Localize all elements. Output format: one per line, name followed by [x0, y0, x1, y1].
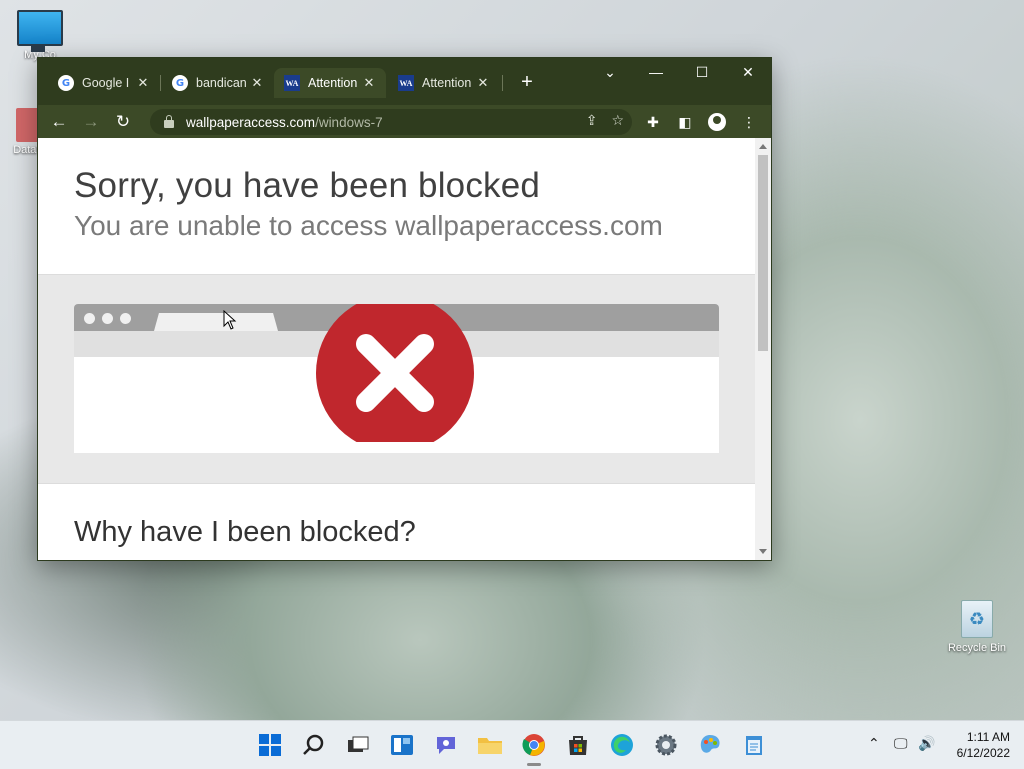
network-icon[interactable]: 🖵 [894, 735, 908, 752]
computer-icon [17, 10, 63, 52]
page-content: Sorry, you have been blocked You are una… [38, 138, 755, 560]
url-path: /windows-7 [315, 114, 383, 130]
chrome-icon[interactable] [518, 729, 550, 761]
address-bar[interactable]: wallpaperaccess.com/windows-7 ⇪ ☆ [150, 109, 632, 135]
task-view-icon[interactable] [342, 729, 374, 761]
tab-title: Attention [422, 76, 472, 90]
tab-bandicam[interactable]: G bandican ✕ [162, 68, 274, 98]
widgets-icon[interactable] [386, 729, 418, 761]
page-title: Sorry, you have been blocked [74, 166, 541, 205]
scroll-up-arrow-icon[interactable] [759, 144, 767, 149]
wallpaperaccess-icon: WA [398, 75, 414, 91]
browser-toolbar: ← → ↻ wallpaperaccess.com/windows-7 ⇪ ☆ … [38, 105, 771, 138]
illustration-dot [84, 313, 95, 324]
tab-search-icon[interactable]: ⌄ [590, 62, 630, 82]
page-scrollbar[interactable] [755, 138, 771, 560]
lock-icon [164, 115, 174, 128]
illustration-tab [154, 313, 278, 331]
volume-icon[interactable]: 🔊 [918, 735, 935, 752]
store-icon[interactable] [562, 729, 594, 761]
page-subtitle: You are unable to access wallpaperaccess… [74, 210, 663, 241]
mouse-cursor-icon [223, 310, 237, 330]
close-tab-icon[interactable]: ✕ [474, 75, 492, 91]
share-icon[interactable]: ⇪ [586, 112, 598, 129]
recycle-bin-icon: ♻ [961, 600, 993, 638]
why-blocked-heading: Why have I been blocked? [74, 516, 416, 548]
start-icon[interactable] [254, 729, 286, 761]
back-button[interactable]: ← [48, 111, 70, 133]
close-tab-icon[interactable]: ✕ [248, 75, 266, 91]
desktop-icon-recycle-bin[interactable]: ♻ Recycle Bin [940, 600, 1014, 654]
desktop-icon-label: Recycle Bin [947, 642, 1007, 654]
maximize-button[interactable]: ☐ [682, 62, 722, 82]
notepad-icon[interactable] [738, 729, 770, 761]
tab-attention-active[interactable]: WA Attention ✕ [274, 68, 386, 98]
tab-title: bandican [196, 76, 247, 90]
wallpaperaccess-icon: WA [284, 75, 300, 91]
clock-time: 1:11 AM [966, 730, 1010, 744]
extensions-icon[interactable]: ✚ [642, 111, 664, 133]
tab-title: Google I [82, 76, 130, 90]
bookmark-star-icon[interactable]: ☆ [611, 112, 624, 129]
tab-strip: G Google I ✕ G bandican ✕ WA Attention ✕… [38, 58, 771, 105]
reload-button[interactable]: ↻ [112, 111, 134, 133]
close-tab-icon[interactable]: ✕ [134, 75, 152, 91]
google-icon: G [58, 75, 74, 91]
clock-date: 6/12/2022 [956, 746, 1010, 760]
taskbar: ⌃ 🖵 🔊 1:11 AM 6/12/2022 [0, 720, 1024, 769]
browser-window: G Google I ✕ G bandican ✕ WA Attention ✕… [37, 57, 772, 561]
chevron-up-icon[interactable]: ⌃ [868, 735, 880, 752]
close-window-button[interactable]: ✕ [728, 62, 768, 82]
close-tab-icon[interactable]: ✕ [360, 75, 378, 91]
file-explorer-icon[interactable] [474, 729, 506, 761]
side-panel-icon[interactable]: ◧ [674, 111, 696, 133]
profile-button[interactable] [706, 111, 728, 133]
edge-icon[interactable] [606, 729, 638, 761]
tab-google[interactable]: G Google I ✕ [48, 68, 160, 98]
search-icon[interactable] [298, 729, 330, 761]
google-icon: G [172, 75, 188, 91]
minimize-button[interactable]: — [636, 62, 676, 82]
desktop-icon-my-computer[interactable]: My Co [4, 10, 76, 61]
tab-separator [160, 75, 161, 91]
illustration-dot [120, 313, 131, 324]
settings-icon[interactable] [650, 729, 682, 761]
menu-kebab-icon[interactable]: ⋮ [738, 111, 760, 133]
scroll-down-arrow-icon[interactable] [759, 549, 767, 554]
scrollbar-thumb[interactable] [758, 155, 768, 351]
blocked-x-icon [316, 304, 474, 442]
chat-icon[interactable] [430, 729, 462, 761]
tab-separator [502, 75, 503, 91]
tab-title: Attention [308, 76, 358, 90]
avatar [708, 113, 726, 131]
forward-button[interactable]: → [80, 111, 102, 133]
active-app-indicator [527, 763, 541, 766]
url-host: wallpaperaccess.com [186, 114, 316, 130]
new-tab-button[interactable]: + [514, 71, 540, 94]
paint-icon[interactable] [694, 729, 726, 761]
clock[interactable]: 1:11 AM 6/12/2022 [957, 729, 1010, 761]
tab-attention[interactable]: WA Attention ✕ [388, 68, 500, 98]
illustration-dot [102, 313, 113, 324]
